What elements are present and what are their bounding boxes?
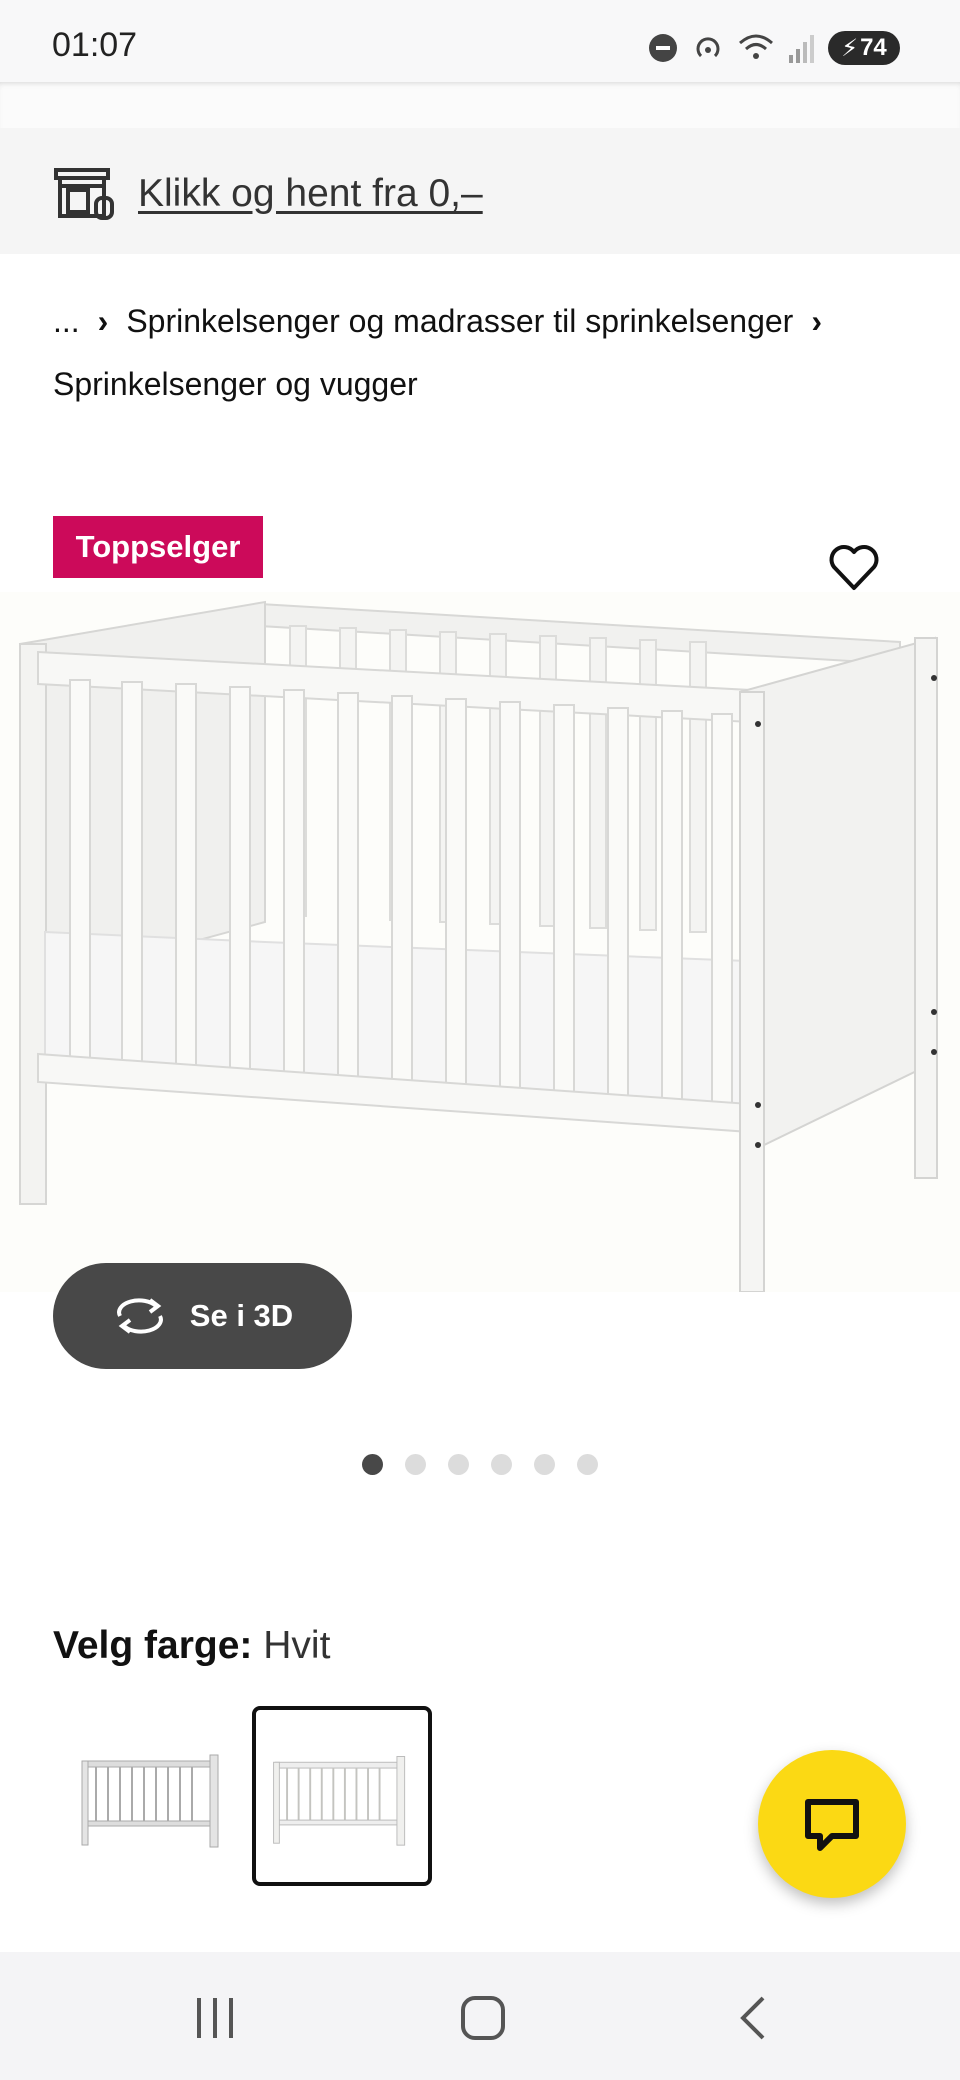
crib-thumbnail — [273, 1756, 406, 1846]
header-divider — [0, 82, 960, 128]
color-swatch-2-selected[interactable] — [252, 1706, 432, 1886]
breadcrumb-item-current[interactable]: Sprinkelsenger og vugger — [53, 366, 418, 402]
color-value: Hvit — [263, 1624, 331, 1667]
promo-bar[interactable]: Klikk og hent fra 0,– — [0, 128, 960, 254]
home-icon[interactable] — [448, 1986, 518, 2050]
hotspot-icon — [696, 37, 720, 58]
crib-image — [18, 600, 938, 1293]
breadcrumb-item[interactable]: Sprinkelsenger og madrasser til sprinkel… — [126, 303, 793, 339]
back-icon[interactable] — [718, 1986, 788, 2050]
chat-icon — [805, 1799, 859, 1851]
status-bar: 01:07 ⚡ 74 — [0, 0, 960, 82]
rotate-3d-icon — [116, 1298, 163, 1334]
breadcrumb-ellipsis[interactable]: ... — [53, 303, 80, 339]
chat-button[interactable] — [758, 1750, 906, 1898]
carousel-dot-1[interactable] — [362, 1454, 383, 1475]
recents-icon[interactable] — [180, 1986, 250, 2050]
color-label: Velg farge: — [53, 1624, 253, 1667]
view-in-3d-button[interactable]: Se i 3D — [53, 1263, 352, 1369]
signal-icon — [789, 35, 814, 63]
carousel-dot-2[interactable] — [405, 1454, 426, 1475]
status-icons: ⚡ 74 — [648, 30, 900, 66]
product-image[interactable] — [0, 592, 960, 1293]
crib-thumbnail — [81, 1754, 219, 1848]
wifi-icon — [739, 34, 773, 59]
battery-level: 74 — [860, 34, 887, 61]
view-in-3d-label: Se i 3D — [189, 1298, 294, 1333]
battery-indicator: ⚡ 74 — [828, 31, 900, 65]
click-collect-link[interactable]: Klikk og hent fra 0,– — [138, 172, 483, 216]
status-time: 01:07 — [52, 26, 138, 64]
color-swatch-1[interactable] — [63, 1706, 243, 1886]
carousel-dot-4[interactable] — [491, 1454, 512, 1475]
do-not-disturb-icon — [649, 34, 677, 62]
charging-icon: ⚡ — [841, 34, 859, 62]
color-selector-label: Velg farge: Hvit — [53, 1624, 330, 1668]
carousel-dot-3[interactable] — [448, 1454, 469, 1475]
carousel-dot-5[interactable] — [534, 1454, 555, 1475]
store-pickup-icon — [54, 168, 114, 220]
carousel-dot-6[interactable] — [577, 1454, 598, 1475]
carousel-dots — [362, 1454, 598, 1475]
system-nav-bar — [0, 1952, 960, 2080]
breadcrumb: ... › Sprinkelsenger og madrasser til spri… — [53, 290, 913, 416]
top-seller-badge: Toppselger — [53, 516, 263, 578]
chevron-right-icon: › — [97, 303, 109, 339]
chevron-right-icon: › — [811, 303, 822, 339]
heart-icon[interactable] — [826, 540, 882, 596]
